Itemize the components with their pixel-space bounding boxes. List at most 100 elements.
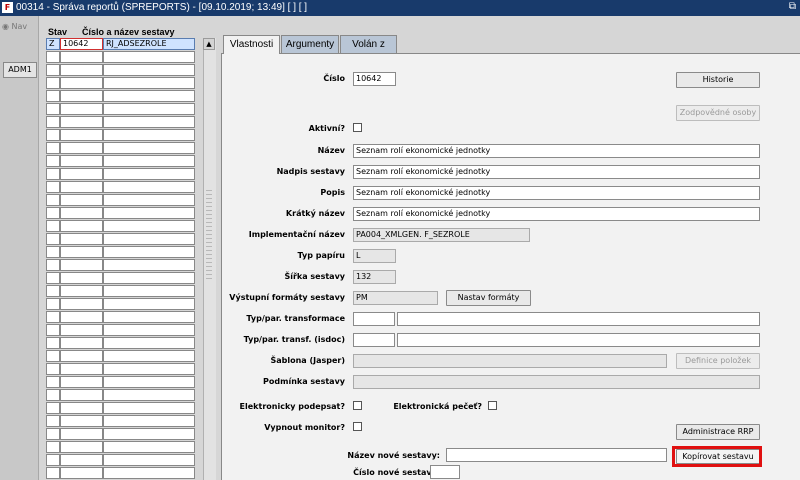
row-code-cell[interactable]: [60, 51, 103, 63]
table-row[interactable]: [46, 337, 196, 349]
row-status-cell[interactable]: [46, 311, 60, 323]
table-row[interactable]: [46, 285, 196, 297]
popis-field[interactable]: Seznam rolí ekonomické jednotky: [353, 186, 760, 200]
cislo-nove-sestavy-field[interactable]: [430, 465, 460, 479]
row-name-cell[interactable]: [103, 363, 195, 375]
row-status-cell[interactable]: [46, 181, 60, 193]
table-row[interactable]: [46, 389, 196, 401]
administrace-rrp-button[interactable]: Administrace RRP: [676, 424, 760, 440]
table-row[interactable]: [46, 116, 196, 128]
tab-volan-z[interactable]: Volán z: [340, 35, 397, 53]
row-status-cell[interactable]: [46, 467, 60, 479]
row-status-cell[interactable]: [46, 168, 60, 180]
row-name-cell[interactable]: [103, 454, 195, 466]
row-name-cell[interactable]: [103, 259, 195, 271]
table-row[interactable]: [46, 311, 196, 323]
table-row[interactable]: Z 10642 RJ_ADSEZROLE: [46, 38, 196, 50]
par-transformace-field[interactable]: [397, 312, 760, 326]
row-status-cell[interactable]: [46, 155, 60, 167]
row-name-cell[interactable]: [103, 311, 195, 323]
implementacni-field[interactable]: PA004_XMLGEN. F_SEZROLE: [353, 228, 530, 242]
row-code-cell[interactable]: [60, 376, 103, 388]
row-name-cell[interactable]: [103, 389, 195, 401]
nastav-formaty-button[interactable]: Nastav formáty: [446, 290, 531, 306]
row-name-cell[interactable]: [103, 155, 195, 167]
row-status-cell[interactable]: [46, 220, 60, 232]
row-code-cell[interactable]: [60, 77, 103, 89]
row-code-cell[interactable]: [60, 155, 103, 167]
row-code-cell[interactable]: [60, 181, 103, 193]
row-status-cell[interactable]: [46, 64, 60, 76]
row-name-cell[interactable]: [103, 220, 195, 232]
el-pecet-checkbox[interactable]: [488, 401, 497, 410]
row-status-cell[interactable]: [46, 233, 60, 245]
el-podepsat-checkbox[interactable]: [353, 401, 362, 410]
vystupni-formaty-field[interactable]: PM: [353, 291, 438, 305]
row-code-cell[interactable]: [60, 441, 103, 453]
sirka-field[interactable]: 132: [353, 270, 396, 284]
table-row[interactable]: [46, 168, 196, 180]
row-status-cell[interactable]: [46, 363, 60, 375]
row-code-cell[interactable]: [60, 168, 103, 180]
row-code-cell[interactable]: [60, 298, 103, 310]
row-name-cell[interactable]: [103, 142, 195, 154]
cislo-field[interactable]: 10642: [353, 72, 396, 86]
row-name-cell[interactable]: [103, 233, 195, 245]
row-name-cell[interactable]: [103, 64, 195, 76]
row-code-cell[interactable]: [60, 311, 103, 323]
user-button[interactable]: ADM1: [3, 62, 37, 78]
row-code-cell[interactable]: [60, 389, 103, 401]
row-code-cell[interactable]: [60, 64, 103, 76]
row-status-cell[interactable]: Z: [46, 38, 60, 50]
row-status-cell[interactable]: [46, 77, 60, 89]
row-code-cell[interactable]: [60, 194, 103, 206]
nav-tab[interactable]: ◉ Nav: [2, 22, 27, 31]
table-row[interactable]: [46, 220, 196, 232]
row-status-cell[interactable]: [46, 142, 60, 154]
table-row[interactable]: [46, 415, 196, 427]
nazev-nove-sestavy-field[interactable]: [446, 448, 667, 462]
row-status-cell[interactable]: [46, 324, 60, 336]
row-status-cell[interactable]: [46, 207, 60, 219]
row-name-cell[interactable]: [103, 194, 195, 206]
tab-vlastnosti[interactable]: Vlastnosti: [223, 35, 280, 54]
row-status-cell[interactable]: [46, 51, 60, 63]
table-row[interactable]: [46, 350, 196, 362]
row-name-cell[interactable]: [103, 428, 195, 440]
row-code-cell[interactable]: [60, 220, 103, 232]
row-status-cell[interactable]: [46, 129, 60, 141]
row-name-cell[interactable]: [103, 181, 195, 193]
table-row[interactable]: [46, 51, 196, 63]
typ-transformace-field[interactable]: [353, 312, 395, 326]
kratky-nazev-field[interactable]: Seznam rolí ekonomické jednotky: [353, 207, 760, 221]
row-code-cell[interactable]: [60, 324, 103, 336]
definice-polozek-button[interactable]: Definice položek: [676, 353, 760, 369]
row-status-cell[interactable]: [46, 402, 60, 414]
row-code-cell[interactable]: [60, 233, 103, 245]
nazev-field[interactable]: Seznam rolí ekonomické jednotky: [353, 144, 760, 158]
table-row[interactable]: [46, 259, 196, 271]
row-code-cell[interactable]: [60, 415, 103, 427]
podminka-field[interactable]: [353, 375, 760, 389]
table-row[interactable]: [46, 246, 196, 258]
row-code-cell[interactable]: [60, 272, 103, 284]
row-name-cell[interactable]: [103, 103, 195, 115]
row-code-cell[interactable]: [60, 90, 103, 102]
table-row[interactable]: [46, 363, 196, 375]
table-row[interactable]: [46, 207, 196, 219]
row-code-cell[interactable]: [60, 116, 103, 128]
table-row[interactable]: [46, 324, 196, 336]
row-name-cell[interactable]: [103, 246, 195, 258]
row-name-cell[interactable]: [103, 350, 195, 362]
row-code-cell[interactable]: [60, 402, 103, 414]
tab-argumenty[interactable]: Argumenty: [281, 35, 339, 53]
row-name-cell[interactable]: [103, 168, 195, 180]
row-name-cell[interactable]: [103, 51, 195, 63]
row-name-cell[interactable]: [103, 402, 195, 414]
table-row[interactable]: [46, 428, 196, 440]
row-name-cell[interactable]: [103, 441, 195, 453]
row-status-cell[interactable]: [46, 454, 60, 466]
row-name-cell[interactable]: [103, 376, 195, 388]
row-code-cell[interactable]: [60, 454, 103, 466]
row-code-cell[interactable]: [60, 285, 103, 297]
